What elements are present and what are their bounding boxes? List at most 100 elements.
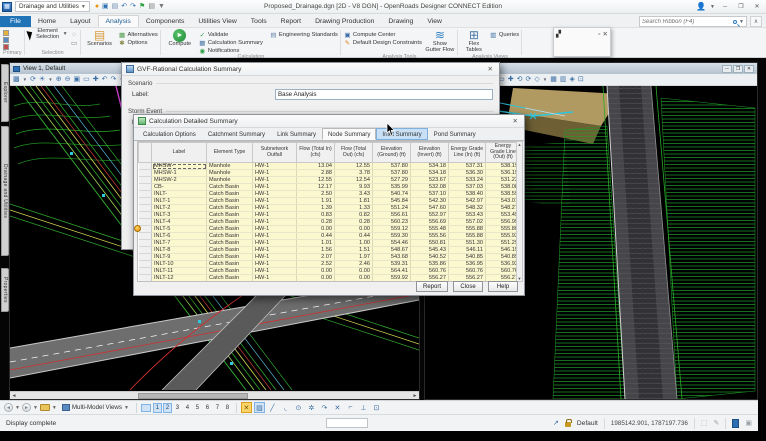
table-cell[interactable]: 534.18 — [410, 169, 449, 178]
clip-volume-icon[interactable]: ◇ — [534, 75, 539, 85]
table-cell[interactable]: 0.00 — [296, 225, 335, 234]
table-cell[interactable]: 555.88 — [448, 225, 486, 234]
table-cell[interactable]: Manhole — [206, 162, 253, 171]
row-selector[interactable] — [138, 232, 152, 241]
table-cell[interactable]: 543.01 — [485, 197, 519, 206]
redo-icon[interactable]: ↷ — [130, 3, 136, 11]
table-cell[interactable]: 12.54 — [334, 176, 373, 185]
window-area-icon[interactable]: ▭ — [83, 75, 90, 85]
primary-tool-icon[interactable] — [3, 37, 9, 43]
table-cell[interactable]: HW-1 — [252, 232, 297, 241]
table-row[interactable]: INLT-1 Catch Basin HW-1 1.91 1.81 545.84 542.3… — [138, 197, 519, 206]
restore-icon[interactable]: ❐ — [733, 64, 743, 73]
table-cell[interactable]: 557.02 — [448, 218, 486, 227]
open-folder-icon[interactable] — [39, 404, 50, 411]
scroll-right-icon[interactable]: ► — [411, 393, 419, 399]
validate-button[interactable]: ✓ Validate — [199, 31, 263, 39]
active-model-icon[interactable] — [732, 418, 740, 428]
tab-link-summary[interactable]: Link Summary — [271, 128, 322, 140]
table-row[interactable]: INLT-3 Catch Basin HW-1 0.83 0.82 556.61 552.9… — [138, 211, 519, 220]
table-cell[interactable]: 550.81 — [410, 239, 449, 248]
back-icon[interactable]: ◄ — [4, 403, 13, 412]
table-cell[interactable]: 1.56 — [296, 246, 335, 255]
keypoint-snap-icon[interactable]: ◟ — [280, 402, 291, 413]
sidetab-drainage-and-utilities[interactable]: Drainage and Utilities — [1, 126, 9, 256]
tab-home[interactable]: Home — [31, 16, 63, 27]
column-header[interactable]: Elevation (Ground) (ft) — [372, 142, 411, 164]
row-selector[interactable] — [138, 190, 152, 199]
row-selector[interactable] — [138, 211, 152, 220]
table-cell[interactable]: 535.99 — [372, 183, 411, 192]
table-vertical-scrollbar[interactable]: ▲ ▼ — [516, 141, 523, 282]
tab-pond-summary[interactable]: Pond Summary — [428, 128, 482, 140]
view-toggle-1[interactable]: 1 — [152, 402, 162, 413]
table-cell[interactable]: INLT-2 — [151, 204, 207, 213]
table-cell[interactable]: HW-1 — [252, 162, 297, 171]
table-cell[interactable]: 527.29 — [372, 176, 411, 185]
row-selector[interactable] — [138, 183, 152, 192]
show-gutter-flow-button[interactable]: ≋ Show Gutter Flow — [425, 29, 455, 54]
table-cell[interactable]: 542.30 — [410, 197, 449, 206]
table-cell[interactable]: 2.88 — [296, 169, 335, 178]
table-cell[interactable]: Catch Basin — [206, 218, 253, 227]
table-cell[interactable]: 538.40 — [448, 190, 486, 199]
table-cell[interactable]: 1.81 — [334, 197, 373, 206]
flag-icon[interactable]: ⚑ — [139, 3, 145, 11]
table-cell[interactable]: 555.80 — [485, 225, 519, 234]
table-cell[interactable]: MHSW-2 — [151, 176, 207, 185]
table-cell[interactable]: 537.80 — [372, 169, 411, 178]
table-cell[interactable]: HW-1 — [252, 267, 297, 276]
table-cell[interactable]: HW-1 — [252, 218, 297, 227]
zoom-in-icon[interactable]: ⊕ — [56, 75, 62, 85]
table-cell[interactable]: HW-1 — [252, 183, 297, 192]
table-cell[interactable]: 551.24 — [372, 204, 411, 213]
view-next-icon[interactable]: ↷ — [110, 75, 116, 85]
search-ribbon-box[interactable]: ▼ — [639, 16, 747, 27]
table-cell[interactable]: MHSW- — [151, 162, 207, 171]
table-cell[interactable]: 538.19 — [485, 162, 519, 171]
compute-button[interactable]: ► Compute — [164, 29, 196, 48]
notifications-button[interactable]: ◉ Notifications — [199, 47, 263, 55]
table-cell[interactable]: 0.44 — [296, 232, 335, 241]
table-cell[interactable]: 1.51 — [334, 246, 373, 255]
table-cell[interactable]: 556.69 — [410, 218, 449, 227]
pan-icon[interactable]: ✚ — [93, 75, 99, 85]
table-cell[interactable]: HW-1 — [252, 274, 297, 281]
table-cell[interactable]: HW-1 — [252, 204, 297, 213]
row-selector[interactable] — [138, 218, 152, 227]
table-cell[interactable]: 548.67 — [372, 246, 411, 255]
view-toggle-6[interactable]: 6 — [203, 403, 212, 413]
table-cell[interactable]: 3.43 — [334, 190, 373, 199]
table-cell[interactable]: 0.00 — [334, 274, 373, 281]
table-cell[interactable]: Manhole — [206, 169, 253, 178]
table-cell[interactable]: 546.15 — [485, 246, 519, 255]
table-cell[interactable]: 542.97 — [448, 197, 486, 206]
table-cell[interactable]: Catch Basin — [206, 267, 253, 276]
table-cell[interactable]: 559.30 — [372, 232, 411, 241]
column-header[interactable]: Element Type — [206, 142, 253, 164]
table-row[interactable]: INLT-11 Catch Basin HW-1 0.00 0.00 564.41 560.… — [138, 267, 519, 276]
row-selector[interactable] — [138, 260, 152, 269]
navigation-cube-icon[interactable]: ◈ — [569, 75, 574, 85]
view1-horizontal-scrollbar[interactable]: ◄ ► — [10, 391, 419, 399]
table-cell[interactable]: Catch Basin — [206, 225, 253, 234]
table-cell[interactable]: 554.46 — [372, 239, 411, 248]
table-row[interactable]: INLT- Catch Basin HW-1 2.50 3.43 540.74 537.10… — [138, 190, 519, 199]
tab-inlet-summary[interactable]: Inlet Summary — [376, 128, 428, 140]
scroll-down-icon[interactable]: ▼ — [518, 276, 522, 281]
view-toggle-3[interactable]: 3 — [173, 403, 182, 413]
row-selector[interactable] — [138, 246, 152, 255]
tab-catchment-summary[interactable]: Catchment Summary — [202, 128, 271, 140]
tab-components[interactable]: Components — [139, 16, 192, 27]
table-cell[interactable]: HW-1 — [252, 211, 297, 220]
options-button[interactable]: ✱ Options — [119, 39, 158, 47]
row-selector[interactable] — [138, 267, 152, 276]
table-cell[interactable]: Catch Basin — [206, 211, 253, 220]
table-cell[interactable]: 532.08 — [410, 183, 449, 192]
table-cell[interactable]: INLT-5 — [151, 225, 207, 234]
close-icon[interactable]: ✕ — [511, 117, 520, 125]
center-snap-icon[interactable]: ⊙ — [293, 402, 304, 413]
tab-layout[interactable]: Layout — [63, 16, 97, 27]
view-toggle-4[interactable]: 4 — [183, 403, 192, 413]
table-cell[interactable]: 552.97 — [410, 211, 449, 220]
